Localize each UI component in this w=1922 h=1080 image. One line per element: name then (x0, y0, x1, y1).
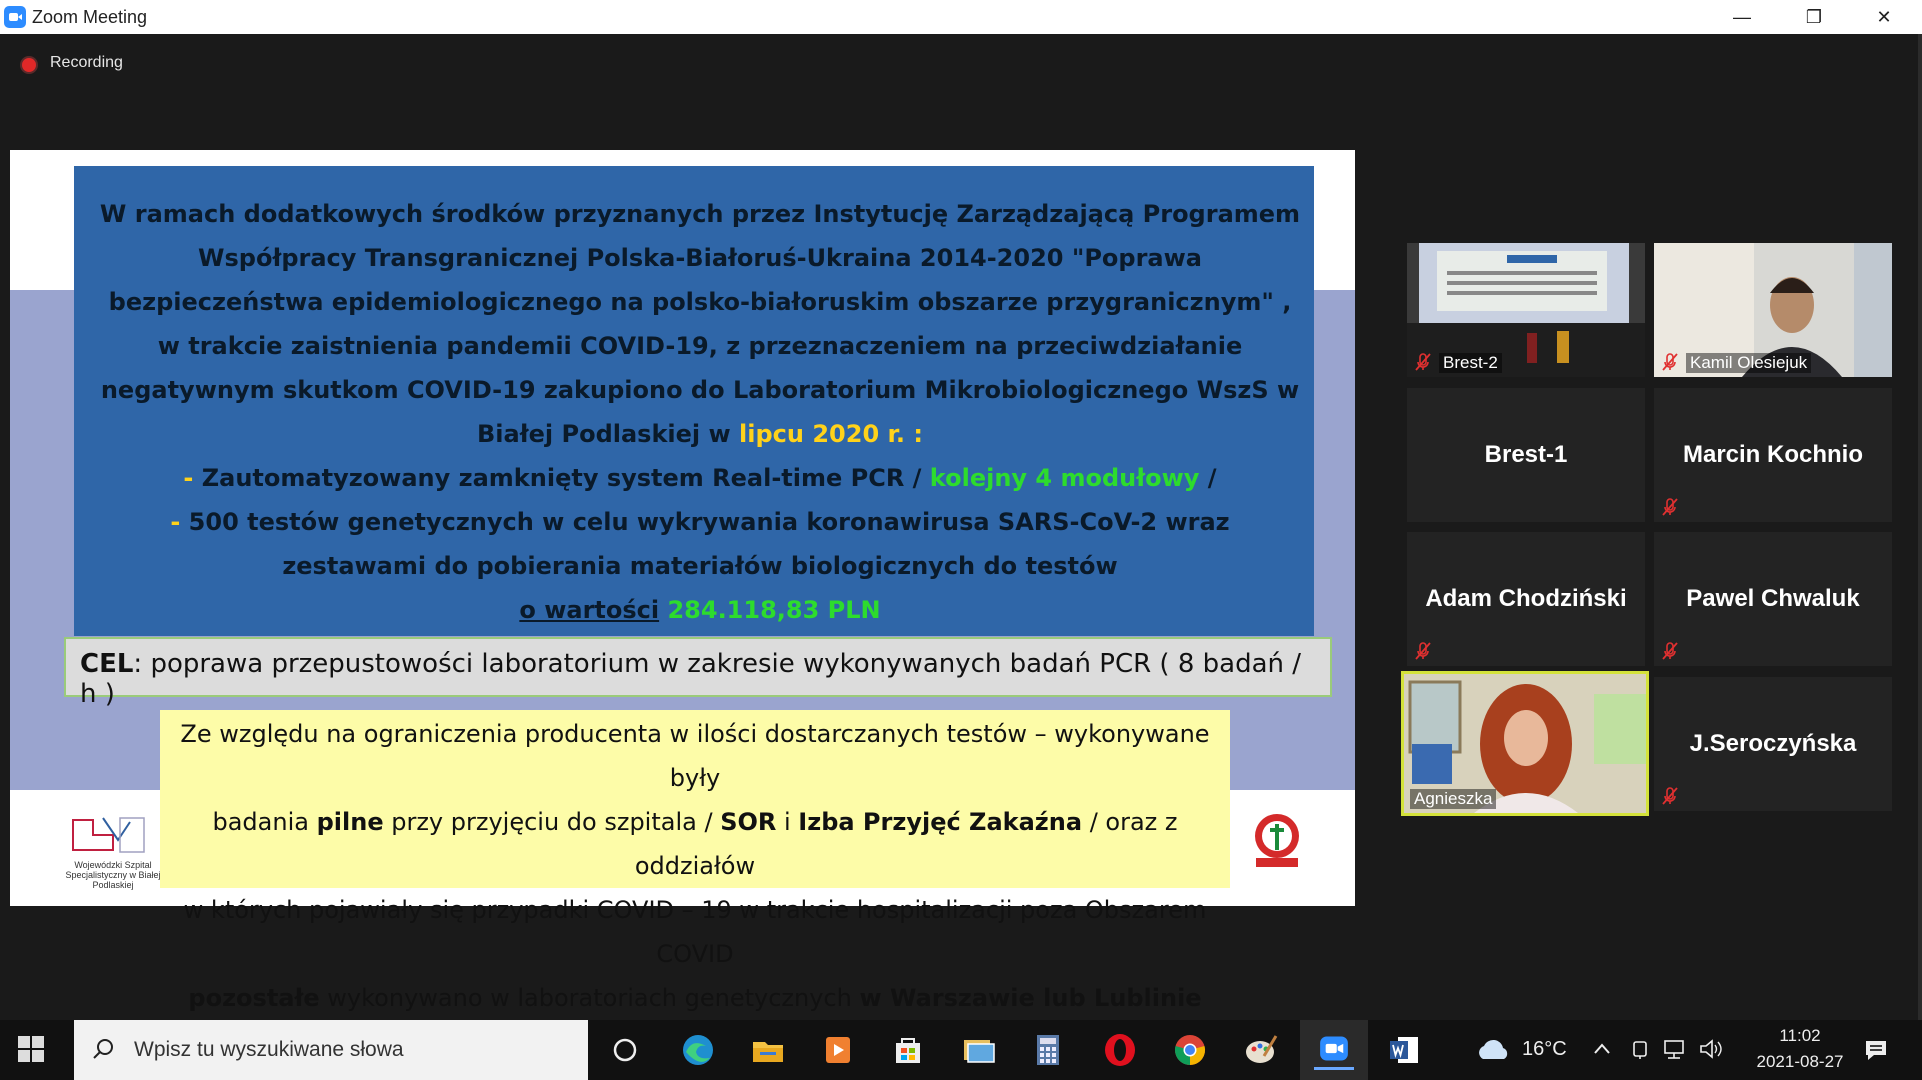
participant-name: J.Seroczyńska (1689, 730, 1857, 757)
close-button[interactable]: ✕ (1854, 0, 1914, 34)
muted-mic-icon (1415, 642, 1431, 660)
slide-text: pilne (316, 808, 384, 836)
muted-mic-icon (1662, 642, 1678, 660)
slide-goal-label: CEL (80, 649, 134, 679)
participant-tile-brest-1[interactable]: Brest-1 (1407, 388, 1645, 522)
muted-mic-icon (1662, 353, 1678, 371)
slide-line: W ramach dodatkowych środków przyznanych… (99, 200, 1301, 228)
slide-green-highlight: kolejny 4 modułowy (929, 464, 1200, 492)
slide-dash: - (170, 508, 189, 536)
slide-text: o wartości (519, 596, 660, 624)
muted-mic-icon (1662, 787, 1678, 805)
slide-line: - Zautomatyzowany zamknięty system Real-… (80, 456, 1320, 500)
slide-line: badania pilne przy przyjęciu do szpitala… (160, 800, 1230, 888)
windows-taskbar: Wpisz tu wyszukiwane słowa 16°C 11:02 20… (0, 1020, 1922, 1080)
slide-line: Współpracy Transgranicznej Polska-Białor… (198, 244, 1202, 272)
hospital-logo-text: Wojewódzki Szpital Specjalistyczny w Bia… (65, 860, 161, 890)
slide-line: Białej Podlaskiej w lipcu 2020 r. : (80, 412, 1320, 456)
muted-mic-icon (1662, 498, 1678, 516)
slide-main-text: W ramach dodatkowych środków przyznanych… (80, 192, 1320, 632)
chevron-up-icon[interactable] (1592, 1040, 1612, 1058)
search-placeholder: Wpisz tu wyszukiwane słowa (134, 1038, 404, 1061)
participant-tile-j-seroczynska[interactable]: J.Seroczyńska (1654, 677, 1892, 811)
restore-button[interactable]: ❐ (1784, 0, 1844, 34)
slide-text: Białej Podlaskiej w (477, 420, 740, 448)
search-icon (93, 1039, 113, 1059)
windows-start-icon[interactable] (18, 1036, 44, 1062)
participant-tile-agnieszka[interactable]: Agnieszka (1401, 671, 1649, 816)
edge-icon[interactable] (678, 1030, 718, 1070)
minimize-button[interactable]: — (1712, 0, 1772, 34)
slide-text: przy przyjęciu do szpitala / (383, 808, 721, 836)
scrollbar[interactable] (1918, 34, 1922, 1020)
chrome-icon[interactable] (1170, 1030, 1210, 1070)
slide-text: w Warszawie lub Lublinie (859, 984, 1202, 1012)
slide-text: badania (212, 808, 317, 836)
notifications-icon[interactable] (1862, 1036, 1890, 1064)
slide-line: w których pojawiały się przypadki COVID … (183, 896, 1207, 968)
slide-line: negatywnym skutkom COVID-19 zakupiono do… (100, 376, 1300, 404)
muted-mic-icon (1415, 353, 1431, 371)
opera-icon[interactable] (1100, 1030, 1140, 1070)
slide-line: bezpieczeństwa epidemiologicznego na pol… (108, 288, 1292, 316)
slide-amount: 284.118,83 PLN (659, 596, 881, 624)
participant-tile-brest-2[interactable]: Brest-2 (1407, 243, 1645, 377)
participant-name: Agnieszka (1410, 789, 1497, 809)
participant-name: Adam Chodziński (1425, 585, 1627, 612)
participant-name: Brest-2 (1439, 353, 1502, 373)
window-title: Zoom Meeting (32, 7, 148, 27)
slide-text: SOR (720, 808, 777, 836)
weather-cloud-icon[interactable] (1475, 1037, 1513, 1063)
hospital-emblem-logo (1248, 810, 1306, 880)
media-player-icon[interactable] (818, 1030, 858, 1070)
clock-date[interactable]: 2021-08-27 (1730, 1052, 1870, 1072)
participant-name: Brest-1 (1484, 441, 1568, 468)
slide-line: Ze względu na ograniczenia producenta w … (180, 720, 1210, 792)
slide-goal-text: CEL: poprawa przepustowości laboratorium… (80, 649, 1320, 709)
slide-text: wykonywano w laboratoriach genetycznych (319, 984, 860, 1012)
recording-label[interactable]: Recording (50, 54, 123, 72)
slide-line: w trakcie zaistnienia pandemii COVID-19,… (157, 332, 1243, 360)
store-icon[interactable] (888, 1030, 928, 1070)
slide-text: / (1199, 464, 1217, 492)
slide-dash: - (183, 464, 202, 492)
network-icon[interactable] (1662, 1038, 1688, 1060)
slide-text: Izba Przyjęć Zakaźna (798, 808, 1083, 836)
slide-line: zestawami do pobierania materiałów biolo… (282, 552, 1118, 580)
zoom-app-icon[interactable] (1314, 1030, 1354, 1070)
task-view-icon[interactable] (605, 1030, 645, 1070)
photos-icon[interactable] (958, 1030, 998, 1070)
slide-text: : poprawa przepustowości laboratorium w … (80, 649, 1302, 709)
recording-icon (22, 58, 36, 72)
slide-text: 500 testów genetycznych w celu wykrywani… (188, 508, 1230, 536)
participant-name: Pawel Chwaluk (1686, 585, 1860, 612)
calculator-icon[interactable] (1028, 1030, 1068, 1070)
shared-screen-slide: W ramach dodatkowych środków przyznanych… (10, 150, 1355, 1012)
slide-text: i (776, 808, 799, 836)
slide-text: Zautomatyzowany zamknięty system Real-ti… (201, 464, 930, 492)
slide-line: o wartości 284.118,83 PLN (80, 588, 1320, 632)
slide-date-highlight: lipcu 2020 r. : (739, 420, 923, 448)
participant-tile-adam-chodzinski[interactable]: Adam Chodziński (1407, 532, 1645, 666)
zoom-logo-icon (4, 6, 26, 28)
slide-text: pozostałe (188, 984, 320, 1012)
slide-line: - 500 testów genetycznych w celu wykrywa… (80, 500, 1320, 544)
participant-name: Kamil Olesiejuk (1686, 353, 1812, 373)
window-titlebar: Zoom Meeting — ❐ ✕ (0, 0, 1922, 34)
participant-tile-marcin-kochnio[interactable]: Marcin Kochnio (1654, 388, 1892, 522)
weather-temperature[interactable]: 16°C (1522, 1038, 1567, 1061)
slide-line: pozostałe wykonywano w laboratoriach gen… (160, 976, 1230, 1020)
file-explorer-icon[interactable] (748, 1030, 788, 1070)
clock-time[interactable]: 11:02 (1750, 1026, 1850, 1046)
device-icon[interactable] (1630, 1038, 1650, 1060)
paint-icon[interactable] (1240, 1030, 1280, 1070)
taskbar-search-box[interactable]: Wpisz tu wyszukiwane słowa (74, 1020, 588, 1080)
hospital-logo: Wojewódzki Szpital Specjalistyczny w Bia… (58, 810, 168, 890)
slide-note-text: Ze względu na ograniczenia producenta w … (160, 712, 1230, 1020)
participant-name: Marcin Kochnio (1682, 441, 1863, 468)
participant-tile-pawel-chwaluk[interactable]: Pawel Chwaluk (1654, 532, 1892, 666)
speaker-icon[interactable] (1698, 1038, 1724, 1060)
word-icon[interactable] (1384, 1030, 1424, 1070)
participant-tile-kamil-olesiejuk[interactable]: Kamil Olesiejuk (1654, 243, 1892, 377)
